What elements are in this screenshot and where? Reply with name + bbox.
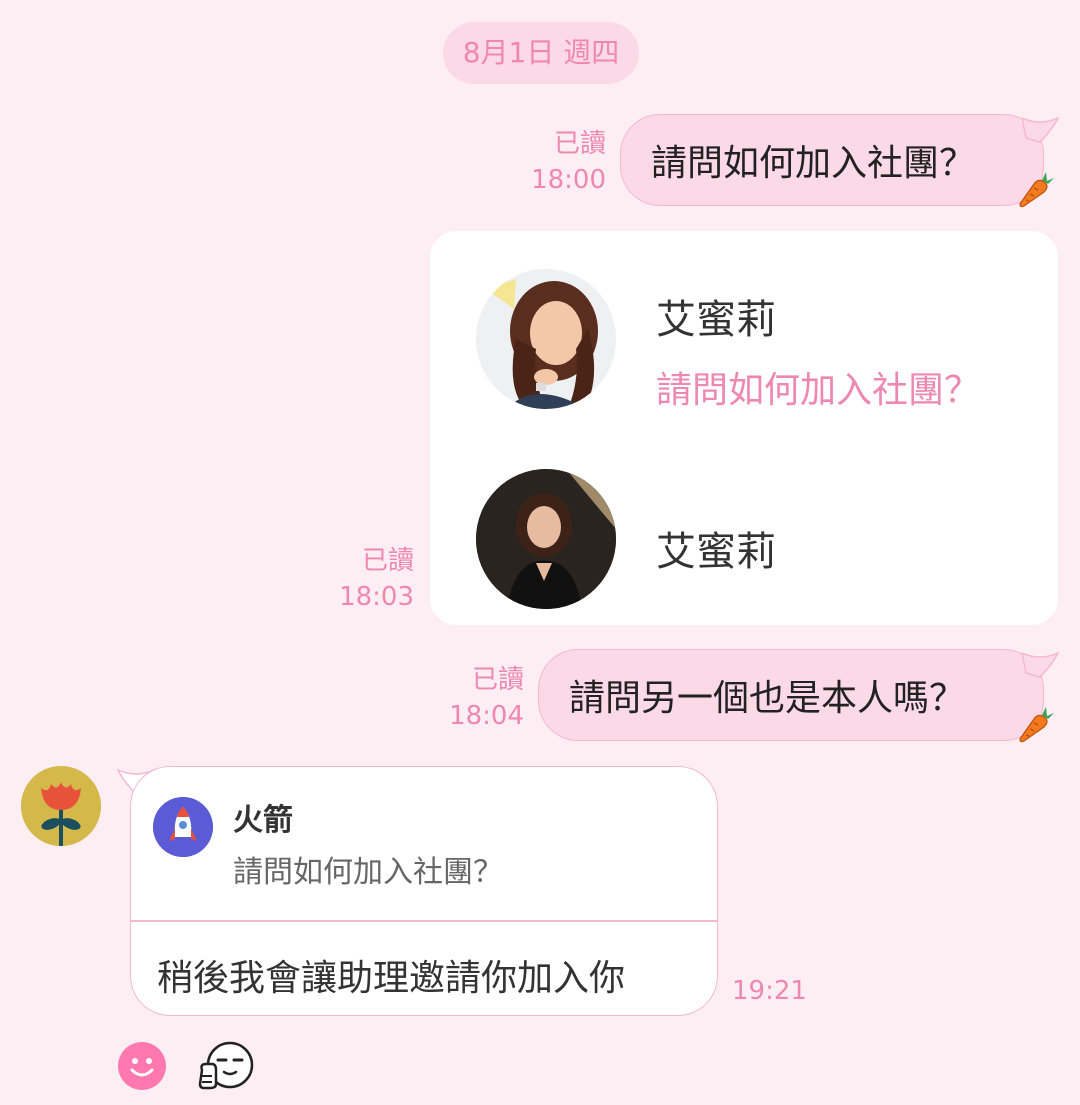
bubble-tail [1022, 116, 1060, 143]
contact-avatar[interactable] [476, 269, 616, 409]
quoted-sender-name: 火箭 [233, 803, 293, 838]
sender-avatar[interactable] [21, 766, 101, 846]
message-time: 18:03 [339, 582, 414, 612]
read-receipt: 已讀 [553, 129, 606, 159]
date-separator: 8月1日 週四 [443, 22, 639, 84]
read-receipt: 已讀 [471, 665, 524, 695]
smiley-icon[interactable] [117, 1041, 167, 1091]
message-meta: 已讀 18:04 [449, 662, 524, 734]
contact-status: 請問如何加入社團？ [656, 370, 981, 411]
outgoing-message-bubble[interactable]: 請問另一個也是本人嗎？ [538, 649, 1044, 741]
rocket-icon [153, 797, 213, 857]
message-time: 18:00 [531, 165, 606, 195]
contact-avatar[interactable] [476, 469, 616, 609]
thumbs-up-face-sticker[interactable] [198, 1040, 256, 1092]
quoted-sender-avatar [153, 797, 213, 857]
message-text: 稍後我會讓助理邀請你加入你 [157, 958, 626, 999]
flower-avatar-icon [21, 766, 101, 846]
message-text: 請問如何加入社團？ [651, 143, 976, 184]
contact-name: 艾蜜莉 [656, 297, 776, 343]
contact-share-card[interactable]: 艾蜜莉 請問如何加入社團？ 艾蜜莉 [430, 231, 1058, 625]
quoted-message-text: 請問如何加入社團？ [233, 855, 503, 890]
message-meta: 已讀 18:03 [339, 543, 414, 615]
outgoing-message-bubble[interactable]: 請問如何加入社團？ [620, 114, 1044, 206]
contact-name: 艾蜜莉 [656, 529, 776, 575]
reply-divider [131, 920, 717, 922]
read-receipt: 已讀 [361, 546, 414, 576]
message-meta: 已讀 18:00 [531, 126, 606, 198]
carrot-icon [1019, 707, 1054, 743]
bubble-tail [1022, 651, 1060, 678]
chat-view: 8月1日 週四 已讀 18:00 請問如何加入社團？ 已讀 18:03 艾蜜莉 … [0, 0, 1080, 1105]
message-time: 18:04 [449, 701, 524, 731]
incoming-reply-bubble[interactable]: 火箭 請問如何加入社團？ 稍後我會讓助理邀請你加入你 [130, 766, 718, 1016]
message-time: 19:21 [732, 976, 807, 1006]
carrot-icon [1019, 172, 1054, 208]
message-text: 請問另一個也是本人嗎？ [569, 678, 966, 719]
